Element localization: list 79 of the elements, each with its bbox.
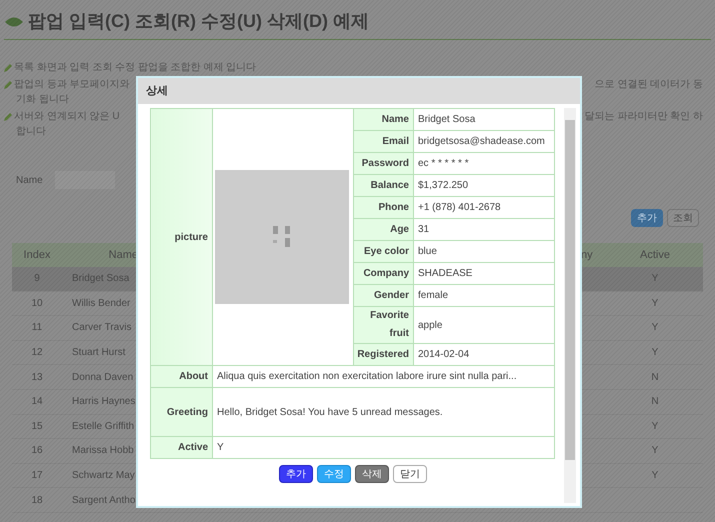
table-cell-text: Stuart Hurst [71,346,126,360]
table-cell-text: 14 [30,395,44,410]
pencil-icon [4,112,12,120]
field-label: Greeting [150,388,212,436]
field-label: Email [354,130,414,152]
note-text: 합니다 [15,125,47,139]
note-text: 기화 됩니다 [15,93,70,107]
table-cell-text: Y [650,420,660,434]
table-cell-text: Estelle Griffith [71,420,136,434]
field-value: bridgetsosa@shadease.com [414,130,554,152]
table-cell-text: 12 [30,346,44,360]
search-label: Name [16,174,43,188]
table-cell-text: Marissa Hobb [71,444,135,458]
table-cell-text: 17 [30,469,44,484]
field-label: Eye color [354,240,414,262]
note-text: 목록 화면과 입력 조회 수정 팝업을 조합한 예제 입니다 [14,61,256,75]
field-value: SHADEASE [414,262,554,284]
field-label: Password [354,152,414,174]
field-label: About [150,366,212,388]
field-value: 2014-02-04 [414,344,554,366]
search-button[interactable]: 조회 [667,209,699,227]
field-label: Balance [354,174,414,196]
table-cell-text: Y [650,444,660,458]
page-title: 팝업 입력(C) 조회(R) 수정(U) 삭제(D) 예제 [28,10,369,33]
dialog-button[interactable]: 수정 [317,465,351,483]
field-label: Company [354,262,414,284]
add-button[interactable]: 추가 [631,209,663,227]
field-label: Active [150,436,212,458]
dialog-button[interactable]: 추가 [279,465,313,483]
field-label: Gender [354,284,414,306]
table-cell-text: Carver Travis [71,321,132,336]
table-cell-text: Y [650,296,660,311]
field-label: Name [354,108,414,130]
scrollbar[interactable] [564,108,576,503]
table-cell-text: Y [650,469,660,484]
field-value: Bridget Sosa [414,108,554,130]
field-value: female [414,284,554,306]
note-text: 달되는 파라미터만 확인 하 [584,110,703,124]
dialog-title: 상세 [146,84,168,99]
dialog-button[interactable]: 닫기 [393,465,427,483]
note-text: 으로 연결된 데이터가 동 [594,78,703,92]
field-value: blue [414,240,554,262]
column-header: Active [639,248,671,263]
table-cell-text: 16 [30,444,44,458]
field-value: $1,372.250 [414,174,554,196]
table-cell-text: Willis Bender [71,296,132,311]
note-text: 서버와 연계되지 않은 U [14,110,120,124]
table-cell-text: Sargent Antho [71,494,136,508]
field-value: 31 [414,218,554,240]
table-cell-text: N [650,370,660,385]
table-cell-text: 11 [30,321,44,336]
table-cell-text: 13 [30,370,44,385]
table-cell-text: 15 [30,420,44,434]
table-cell-text: N [650,395,660,410]
pencil-icon [4,64,12,72]
field-label: Registered [354,344,414,366]
dialog-button[interactable]: 삭제 [355,465,389,483]
table-cell-text: Donna Daven [71,370,134,385]
table-cell-text: Schwartz May [71,469,136,484]
field-value: Y [212,436,554,458]
table-cell-text: Y [650,321,660,336]
table-cell-text: Harris Haynes [71,395,136,410]
field-value: Aliqua quis exercitation non exercitation labore irure sint nulla pari... [212,366,554,388]
table-cell-text: 10 [30,296,44,311]
leaf-icon [4,16,24,28]
field-value: apple [414,306,554,344]
column-header: Index [22,248,52,263]
table-cell-text: Y [650,346,660,360]
field-label: Phone [354,196,414,218]
table-cell-text: 18 [30,494,44,508]
field-value: Hello, Bridget Sosa! You have 5 unread messages. [212,388,554,436]
pencil-icon [4,80,12,88]
note-text: 팝업의 등과 부모페이지와 [14,78,130,92]
column-header: ny [581,248,594,263]
field-value: ec * * * * * * [414,152,554,174]
field-value: +1 (878) 401-2678 [414,196,554,218]
field-label: picture [150,108,212,366]
field-label: Age [354,218,414,240]
field-label: Favorite fruit [354,306,414,344]
